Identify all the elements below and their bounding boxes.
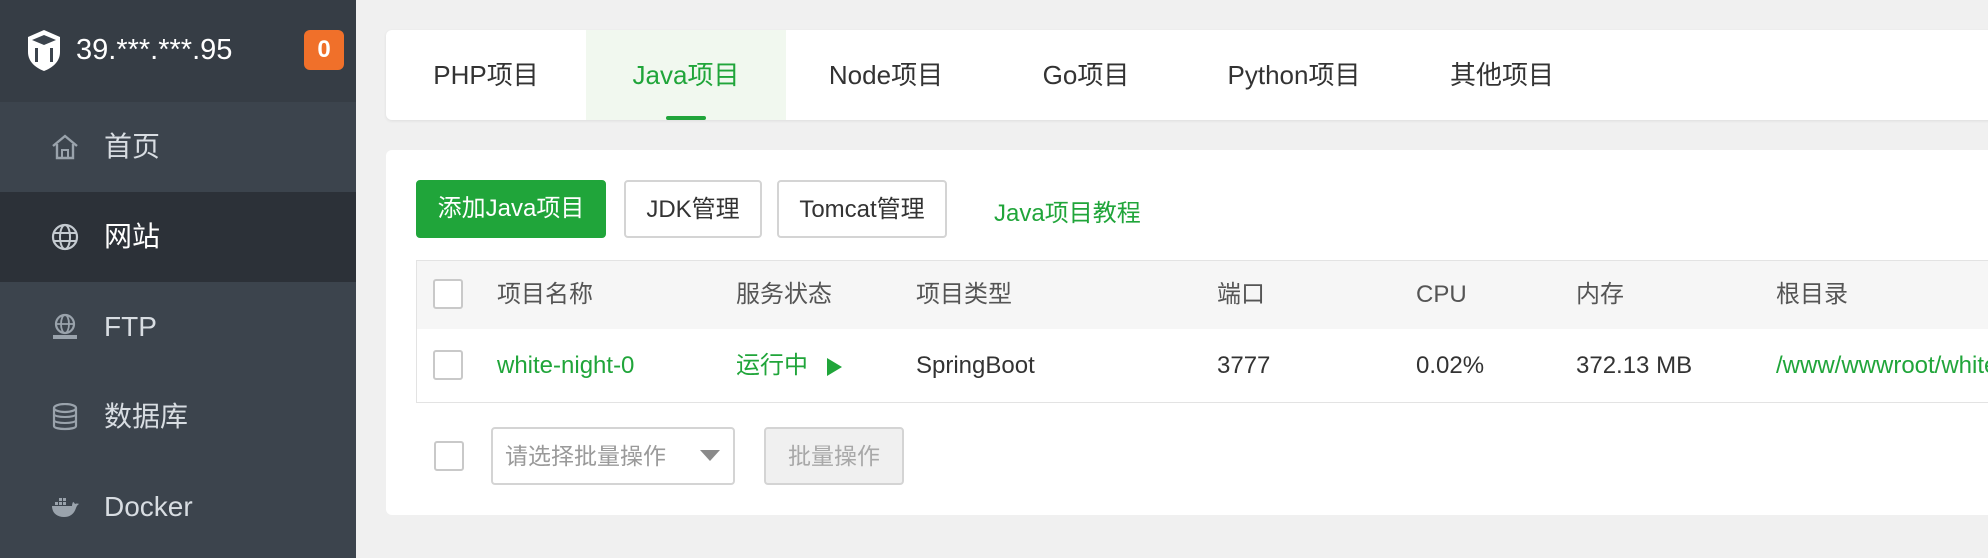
sidebar-item-website[interactable]: 网站 [0, 192, 356, 282]
header-root[interactable]: 根目录 [1776, 261, 1848, 329]
tomcat-manage-button[interactable]: Tomcat管理 [777, 180, 947, 238]
play-icon [826, 357, 842, 376]
database-icon [52, 403, 78, 431]
sidebar-item-label: Docker [104, 491, 193, 522]
alert-badge[interactable]: 0 [304, 30, 344, 70]
table-row: white-night-0 运行中 SpringBoot 3777 0.02% … [417, 329, 1988, 402]
add-java-project-button[interactable]: 添加Java项目 [416, 180, 606, 238]
row-checkbox[interactable] [433, 350, 463, 380]
project-tabs: PHP项目 Java项目 Node项目 Go项目 Python项目 其他项目 [386, 30, 1988, 120]
sidebar-item-database[interactable]: 数据库 [0, 372, 356, 462]
batch-select-placeholder: 请选择批量操作 [505, 443, 666, 469]
tab-other[interactable]: 其他项目 [1402, 30, 1602, 120]
tab-go[interactable]: Go项目 [986, 30, 1186, 120]
header-port[interactable]: 端口 [1217, 261, 1265, 329]
sidebar-item-label: 数据库 [104, 401, 189, 432]
select-all-checkbox[interactable] [433, 279, 463, 309]
project-panel: 添加Java项目 JDK管理 Tomcat管理 Java项目教程 项目名称 服务… [386, 150, 1988, 515]
service-status[interactable]: 运行中 [736, 329, 843, 402]
header-type[interactable]: 项目类型 [916, 261, 1012, 329]
server-ip: 39.***.***.95 [76, 34, 233, 66]
batch-select-checkbox[interactable] [434, 441, 464, 471]
header-name[interactable]: 项目名称 [497, 261, 593, 329]
ftp-icon [53, 313, 77, 339]
table-header: 项目名称 服务状态 项目类型 端口 CPU 内存 根目录 [417, 261, 1988, 330]
project-cpu: 0.02% [1416, 352, 1485, 379]
sidebar-item-ftp[interactable]: FTP [0, 282, 356, 372]
status-text: 运行中 [736, 352, 808, 379]
tab-java[interactable]: Java项目 [586, 30, 786, 120]
chevron-down-icon [700, 450, 720, 461]
header-cpu[interactable]: CPU [1416, 261, 1467, 329]
header-memory[interactable]: 内存 [1576, 261, 1624, 329]
java-tutorial-link[interactable]: Java项目教程 [994, 193, 1141, 228]
project-root-link[interactable]: /www/wwwroot/white [1776, 329, 1988, 402]
tab-node[interactable]: Node项目 [786, 30, 986, 120]
project-name-link[interactable]: white-night-0 [497, 329, 634, 402]
sidebar-item-label: 网站 [104, 221, 161, 252]
tab-php[interactable]: PHP项目 [386, 30, 586, 120]
sidebar: 39.***.***.95 0 首页 网站 FTP 数据库 Docker [0, 0, 356, 558]
sidebar-item-label: FTP [104, 311, 157, 342]
project-memory: 372.13 MB [1576, 352, 1693, 379]
sidebar-item-home[interactable]: 首页 [0, 102, 356, 192]
shield-logo-icon [28, 30, 60, 71]
header-status[interactable]: 服务状态 [736, 261, 832, 329]
globe-icon [51, 223, 79, 251]
docker-icon [52, 498, 79, 517]
sidebar-item-docker[interactable]: Docker [0, 462, 356, 552]
batch-action-button[interactable]: 批量操作 [764, 427, 904, 485]
project-type: SpringBoot [916, 352, 1035, 379]
project-port: 3777 [1217, 352, 1271, 379]
server-header[interactable]: 39.***.***.95 0 [0, 0, 356, 102]
jdk-manage-button[interactable]: JDK管理 [624, 180, 762, 238]
project-table: 项目名称 服务状态 项目类型 端口 CPU 内存 根目录 white-night… [416, 260, 1988, 403]
sidebar-item-label: 首页 [104, 131, 161, 162]
tab-python[interactable]: Python项目 [1186, 30, 1402, 120]
batch-action-select[interactable]: 请选择批量操作 [491, 427, 735, 485]
home-icon [52, 134, 78, 160]
